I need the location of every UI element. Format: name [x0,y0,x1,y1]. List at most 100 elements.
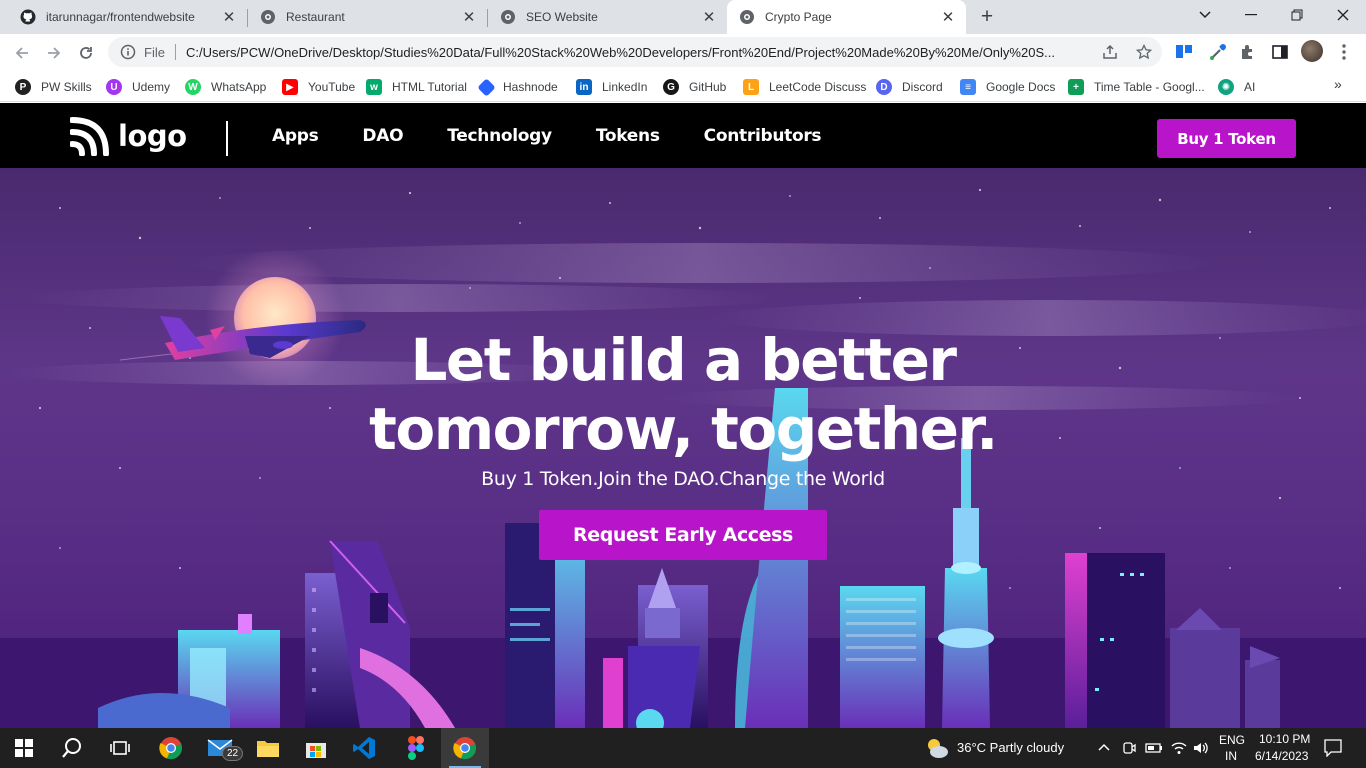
info-icon[interactable] [120,44,136,60]
start-button[interactable] [0,728,48,768]
clock-time[interactable]: 10:10 PM [1259,732,1310,746]
request-early-access-button[interactable]: Request Early Access [539,510,827,560]
tab-seo-website[interactable]: SEO Website ✕ [488,0,727,34]
bookmark-html-tutorial[interactable]: w HTML Tutorial [366,76,467,98]
taskbar-figma[interactable] [392,728,440,768]
logo-text: logo [118,119,187,153]
taskbar-mail[interactable]: 22 [196,728,244,768]
hashnode-icon [477,77,496,97]
linkedin-icon: in [576,79,592,95]
bookmark-label: YouTube [308,80,356,94]
trello-extension-icon[interactable] [1174,42,1194,62]
language-region[interactable]: IN [1225,749,1237,763]
nav-links: Apps DAO Technology Tokens Contributors [272,103,865,168]
bookmark-leetcode[interactable]: L LeetCode Discuss [743,76,866,98]
nav-contributors[interactable]: Contributors [704,126,822,146]
chevron-up-icon[interactable] [1098,742,1110,752]
clock-date[interactable]: 6/14/2023 [1255,749,1308,763]
bookmark-time-table[interactable]: + Time Table - Googl... [1068,76,1205,98]
hero-title-line-1: Let build a better [410,326,957,394]
nav-tokens[interactable]: Tokens [596,126,660,146]
close-icon[interactable]: ✕ [940,9,956,26]
profile-avatar[interactable] [1301,40,1323,62]
bookmarks-overflow-icon[interactable]: » [1334,76,1342,92]
tab-github[interactable]: itarunnagar/frontendwebsite ✕ [8,0,247,34]
close-icon[interactable]: ✕ [701,9,717,26]
url-text[interactable]: C:/Users/PCW/OneDrive/Desktop/Studies%20… [186,45,1101,60]
battery-icon[interactable] [1145,741,1163,755]
figma-icon [408,736,424,760]
language-code[interactable]: ENG [1219,733,1245,747]
bookmark-github[interactable]: G GitHub [663,76,726,98]
nav-dao[interactable]: DAO [362,126,403,146]
github-icon: G [663,79,679,95]
whatsapp-icon: W [185,79,201,95]
bookmark-udemy[interactable]: U Udemy [106,76,170,98]
taskbar-store[interactable] [292,728,340,768]
address-bar[interactable]: File C:/Users/PCW/OneDrive/Desktop/Studi… [108,37,1162,67]
share-icon[interactable] [1102,44,1118,60]
kebab-menu-icon[interactable] [1334,42,1354,62]
bookmark-google-docs[interactable]: ≡ Google Docs [960,76,1055,98]
chrome-icon [159,737,182,760]
taskbar-file-explorer[interactable] [244,728,292,768]
volume-icon[interactable] [1192,740,1210,756]
forward-button[interactable] [40,39,68,67]
bookmark-youtube[interactable]: ▶ YouTube [282,76,355,98]
bookmark-discord[interactable]: D Discord [876,76,943,98]
bookmark-hashnode[interactable]: Hashnode [477,76,558,98]
bookmark-label: Google Docs [986,80,1056,94]
leetcode-icon: L [743,79,759,95]
taskbar-search-button[interactable] [48,728,96,768]
minimize-button[interactable] [1228,0,1274,30]
udemy-icon: U [106,79,122,95]
taskbar-chrome[interactable] [147,728,195,768]
taskbar-vscode[interactable] [340,728,388,768]
close-window-button[interactable] [1320,0,1366,30]
nav-technology[interactable]: Technology [447,126,552,146]
partly-cloudy-icon [928,739,948,758]
vscode-icon [353,737,375,759]
site-logo[interactable]: logo [70,116,187,156]
bookmark-label: Udemy [132,80,171,94]
back-button[interactable] [8,39,36,67]
buy-token-button[interactable]: Buy 1 Token [1157,119,1296,158]
star-icon[interactable] [1136,44,1152,60]
reload-button[interactable] [72,39,100,67]
bookmark-linkedin[interactable]: in LinkedIn [576,76,647,98]
new-tab-button[interactable]: + [975,5,999,29]
close-icon[interactable]: ✕ [221,9,237,26]
puzzle-extensions-icon[interactable] [1238,42,1258,62]
weather-text[interactable]: 36°C Partly cloudy [957,740,1064,755]
bookmark-label: WhatsApp [211,80,267,94]
restore-button[interactable] [1274,0,1320,30]
eyedropper-extension-icon[interactable] [1208,42,1228,62]
arrow-right-icon [48,47,61,59]
pw-skills-icon: P [15,79,31,95]
site-navbar: logo Apps DAO Technology Tokens Contribu… [0,103,1366,168]
close-icon[interactable]: ✕ [461,9,477,26]
nav-apps[interactable]: Apps [272,126,319,146]
bookmark-label: LinkedIn [602,80,648,94]
taskbar-chrome-active[interactable] [441,728,489,768]
tab-search-button[interactable] [1182,0,1228,30]
bookmark-pw-skills[interactable]: P PW Skills [15,76,92,98]
mail-badge: 22 [222,746,244,761]
globe-icon [740,10,754,24]
bookmark-whatsapp[interactable]: W WhatsApp [185,76,266,98]
globe-icon [501,10,515,24]
side-panel-icon[interactable] [1270,42,1290,62]
tab-crypto-page[interactable]: Crypto Page ✕ [727,0,966,34]
wifi-icon[interactable] [1170,740,1188,756]
notification-icon[interactable] [1324,739,1342,757]
minimize-icon [1245,14,1257,16]
tab-title: itarunnagar/frontendwebsite [46,10,195,24]
meet-now-icon[interactable] [1122,740,1136,756]
hero-section: Let build a better tomorrow, together. B… [0,168,1366,728]
tab-restaurant[interactable]: Restaurant ✕ [248,0,487,34]
chatgpt-icon: ✺ [1218,79,1234,95]
bookmark-ai[interactable]: ✺ AI [1218,76,1255,98]
bookmark-label: AI [1244,80,1256,94]
windows-taskbar: 22 36°C Partly cloudy ENG IN 10:10 PM 6/… [0,728,1366,768]
task-view-button[interactable] [96,728,144,768]
